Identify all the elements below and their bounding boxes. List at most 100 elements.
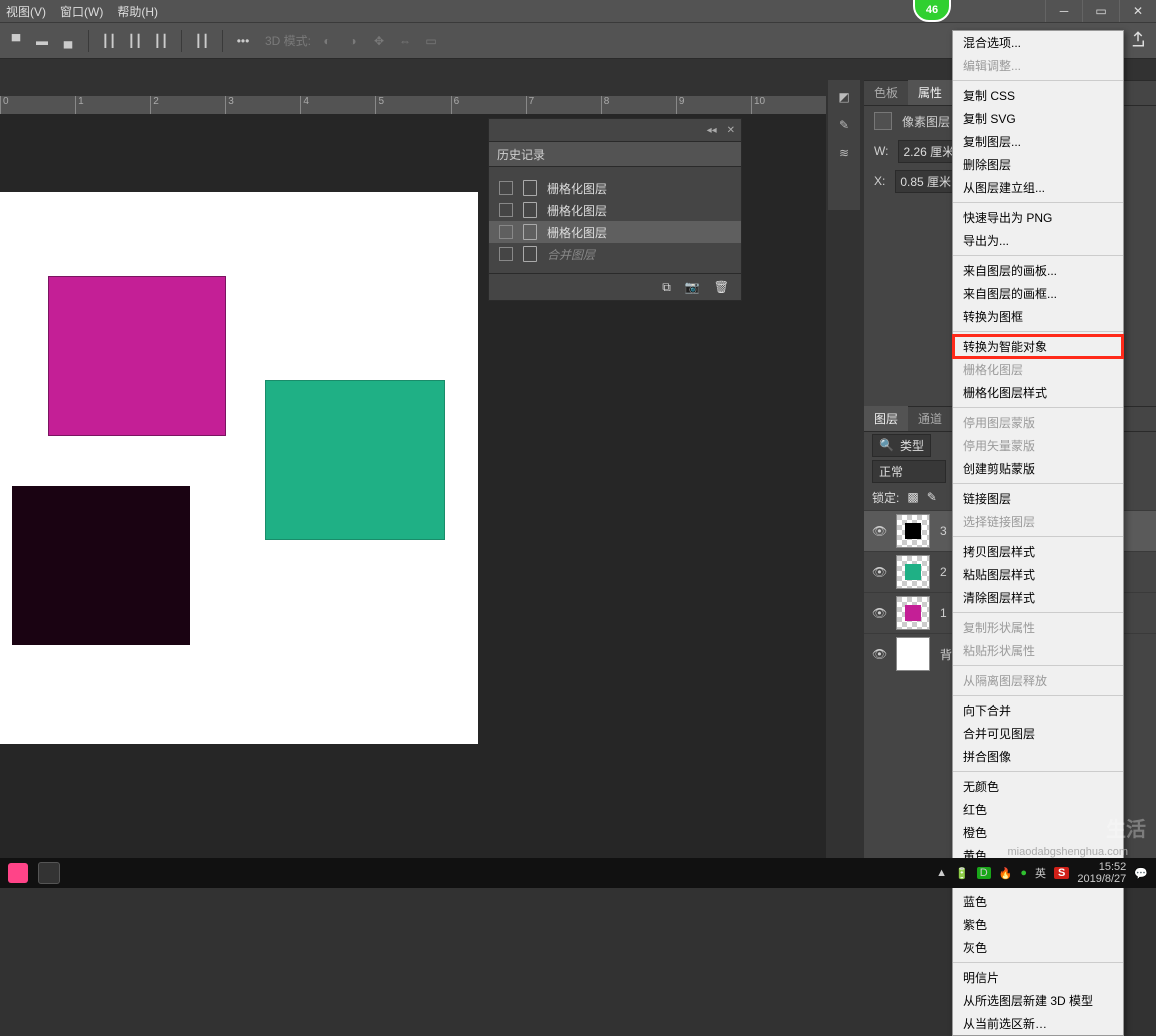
shape-magenta[interactable] [48, 276, 226, 436]
align-bottom-icon[interactable]: ▄ [58, 31, 78, 51]
notification-icon[interactable]: 💬 [1134, 867, 1148, 880]
menu-item[interactable]: 向下合并 [953, 699, 1123, 722]
menu-item[interactable]: 快速导出为 PNG [953, 206, 1123, 229]
menu-item[interactable]: 导出为... [953, 229, 1123, 252]
3d-roll-icon[interactable]: ◑ [343, 31, 363, 51]
layer-thumbnail[interactable] [896, 555, 930, 589]
distribute-v-icon[interactable]: ┃┃ [192, 31, 212, 51]
collapse-icon[interactable]: ◂◂ [707, 125, 717, 136]
tray-icon[interactable]: D [977, 867, 991, 879]
menu-item[interactable]: 清除图层样式 [953, 586, 1123, 609]
blend-mode-select[interactable]: 正常 [872, 460, 946, 483]
menu-item[interactable]: 灰色 [953, 936, 1123, 959]
menu-item[interactable]: 蓝色 [953, 890, 1123, 913]
layer-thumbnail[interactable] [896, 514, 930, 548]
close-panel-icon[interactable]: ✕ [727, 125, 735, 136]
brush-icon[interactable]: ✎ [839, 118, 849, 132]
clock-time[interactable]: 15:52 [1099, 861, 1127, 873]
menu-item[interactable]: 栅格化图层样式 [953, 381, 1123, 404]
menu-item[interactable]: 橙色 [953, 821, 1123, 844]
menu-item[interactable]: 复制 SVG [953, 107, 1123, 130]
tray-icon[interactable]: ● [1020, 867, 1027, 879]
menu-item[interactable]: 粘贴图层样式 [953, 563, 1123, 586]
lock-brush-icon[interactable]: ✎ [927, 490, 937, 504]
new-snapshot-icon[interactable]: ⧉ [662, 280, 671, 295]
3d-zoom-icon[interactable]: ▭ [421, 31, 441, 51]
layer-name[interactable]: 背 [940, 646, 952, 663]
layer-name[interactable]: 2 [940, 565, 947, 579]
artboard[interactable] [0, 192, 478, 744]
trash-icon[interactable]: 🗑 [714, 280, 729, 294]
tray-icon[interactable]: 🔥 [999, 867, 1013, 880]
shape-dark[interactable] [12, 486, 190, 645]
history-row-selected[interactable]: 栅格化图层 [489, 221, 741, 243]
3d-orbit-icon[interactable]: ◐ [317, 31, 337, 51]
close-button[interactable]: ✕ [1119, 0, 1156, 22]
menu-item[interactable]: 转换为智能对象 [953, 335, 1123, 358]
menu-item[interactable]: 链接图层 [953, 487, 1123, 510]
share-icon[interactable] [1126, 28, 1150, 50]
menu-item[interactable]: 来自图层的画框... [953, 282, 1123, 305]
history-tab[interactable]: 历史记录 [489, 141, 741, 167]
tab-properties[interactable]: 属性 [908, 80, 952, 105]
visibility-toggle-icon[interactable]: 👁 [872, 524, 886, 538]
lock-all-icon[interactable]: ▩ [907, 490, 918, 504]
layer-thumbnail[interactable] [896, 637, 930, 671]
distribute-h1-icon[interactable]: ┃┃ [99, 31, 119, 51]
layer-type-filter[interactable]: 🔍类型 [872, 434, 931, 457]
taskbar-app-2[interactable] [38, 862, 60, 884]
adjust-icon[interactable]: ≋ [839, 146, 849, 160]
align-top-icon[interactable]: ▀ [6, 31, 26, 51]
history-row[interactable]: 栅格化图层 [489, 199, 741, 221]
menu-help[interactable]: 帮助(H) [117, 3, 158, 20]
distribute-h2-icon[interactable]: ┃┃ [125, 31, 145, 51]
distribute-h3-icon[interactable]: ┃┃ [151, 31, 171, 51]
menu-item[interactable]: 复制图层... [953, 130, 1123, 153]
menu-item[interactable]: 红色 [953, 798, 1123, 821]
menu-item[interactable]: 来自图层的画板... [953, 259, 1123, 282]
menu-item[interactable]: 明信片 [953, 966, 1123, 989]
tray-icon[interactable]: ▲ [936, 867, 947, 879]
cube-icon[interactable]: ◩ [838, 90, 849, 104]
maximize-button[interactable]: ▭ [1082, 0, 1119, 22]
history-row[interactable]: 栅格化图层 [489, 177, 741, 199]
menu-item[interactable]: 转换为图框 [953, 305, 1123, 328]
3d-pan-icon[interactable]: ✥ [369, 31, 389, 51]
minimize-button[interactable]: ─ [1045, 0, 1082, 22]
menu-item[interactable]: 创建剪贴蒙版 [953, 457, 1123, 480]
visibility-toggle-icon[interactable]: 👁 [872, 647, 886, 661]
menu-window[interactable]: 窗口(W) [60, 3, 103, 20]
menu-item[interactable]: 拷贝图层样式 [953, 540, 1123, 563]
layer-name[interactable]: 3 [940, 524, 947, 538]
menu-item[interactable]: 复制 CSS [953, 84, 1123, 107]
menu-item[interactable]: 合并可见图层 [953, 722, 1123, 745]
visibility-toggle-icon[interactable]: 👁 [872, 565, 886, 579]
layer-thumbnail[interactable] [896, 596, 930, 630]
tab-channels[interactable]: 通道 [908, 406, 952, 431]
history-panel[interactable]: ◂◂ ✕ 历史记录 栅格化图层 栅格化图层 栅格化图层 合并图层 ⧉ 📷 🗑 [488, 118, 742, 301]
clock-date[interactable]: 2019/8/27 [1077, 873, 1126, 885]
menu-view[interactable]: 视图(V) [6, 3, 46, 20]
ime-label[interactable]: 英 [1035, 865, 1046, 881]
menu-item[interactable]: 从图层建立组... [953, 176, 1123, 199]
tray-icon[interactable]: S [1054, 867, 1069, 879]
layer-name[interactable]: 1 [940, 606, 947, 620]
3d-slide-icon[interactable]: ⇔ [395, 31, 415, 51]
menu-item[interactable]: 无颜色 [953, 775, 1123, 798]
menu-item[interactable]: 从当前选区新… [953, 1012, 1123, 1035]
menu-item[interactable]: 紫色 [953, 913, 1123, 936]
tray-icon[interactable]: 🔋 [955, 867, 969, 880]
menu-item[interactable]: 删除图层 [953, 153, 1123, 176]
history-row-dim[interactable]: 合并图层 [489, 243, 741, 265]
align-middle-icon[interactable]: ▬ [32, 31, 52, 51]
taskbar-app-1[interactable] [8, 863, 28, 883]
menu-item[interactable]: 从所选图层新建 3D 模型 [953, 989, 1123, 1012]
camera-icon[interactable]: 📷 [685, 280, 700, 294]
shape-teal[interactable] [265, 380, 445, 540]
tab-swatch[interactable]: 色板 [864, 80, 908, 105]
visibility-toggle-icon[interactable]: 👁 [872, 606, 886, 620]
tab-layers[interactable]: 图层 [864, 406, 908, 431]
menu-item[interactable]: 拼合图像 [953, 745, 1123, 768]
menu-item[interactable]: 混合选项... [953, 31, 1123, 54]
more-icon[interactable]: ••• [233, 31, 253, 51]
